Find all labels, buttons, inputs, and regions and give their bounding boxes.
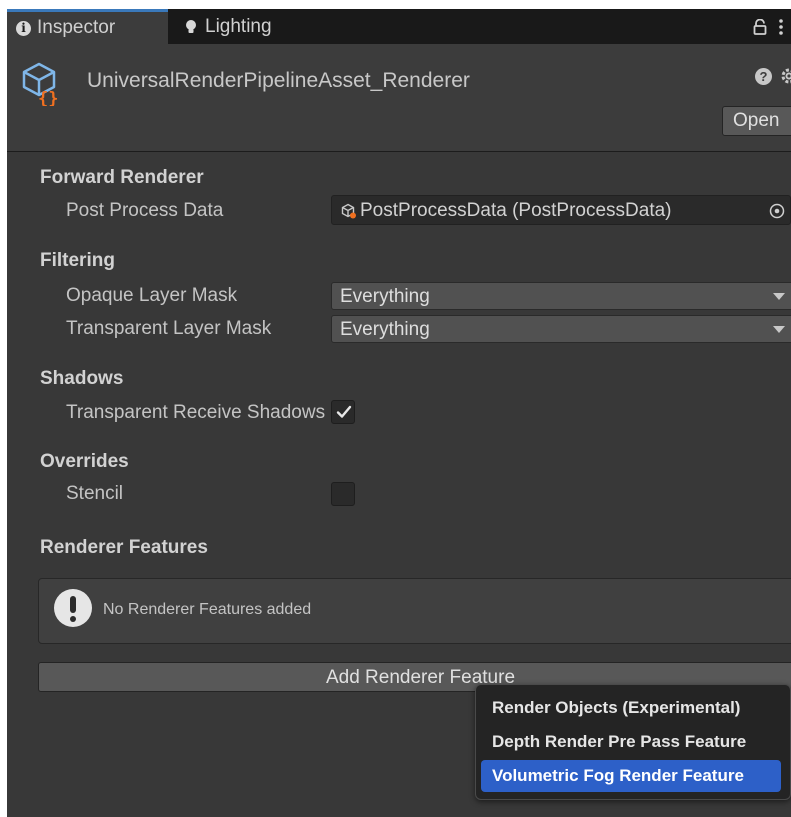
- dropdown-arrow-icon: [773, 326, 785, 333]
- renderer-asset-icon: {}: [22, 62, 58, 106]
- transparent-receive-shadows-checkbox[interactable]: [331, 400, 355, 424]
- menu-item-depth-render-pre-pass[interactable]: Depth Render Pre Pass Feature: [481, 726, 781, 758]
- kebab-menu-icon[interactable]: [779, 18, 783, 36]
- post-process-asset-icon: [341, 203, 356, 219]
- post-process-data-label: Post Process Data: [66, 200, 224, 221]
- section-filtering: Filtering: [40, 250, 115, 271]
- post-process-data-value: PostProcessData (PostProcessData): [360, 200, 672, 221]
- lightbulb-icon: [186, 19, 196, 33]
- dropdown-arrow-icon: [773, 293, 785, 300]
- asset-title: UniversalRenderPipelineAsset_Renderer: [87, 69, 470, 92]
- inspector-header: {} UniversalRenderPipelineAsset_Renderer…: [7, 44, 791, 152]
- tab-bar: i Inspector Lighting: [7, 9, 791, 44]
- menu-item-render-objects[interactable]: Render Objects (Experimental): [481, 692, 781, 724]
- section-overrides: Overrides: [40, 451, 129, 472]
- inspector-panel: i Inspector Lighting {} UniversalRenderP…: [7, 9, 791, 817]
- svg-text:{}: {}: [38, 89, 58, 106]
- section-shadows: Shadows: [40, 368, 124, 389]
- section-renderer-features: Renderer Features: [40, 537, 208, 558]
- open-button[interactable]: Open: [722, 106, 791, 136]
- transparent-layer-mask-dropdown[interactable]: Everything: [331, 315, 791, 343]
- no-features-helpbox: No Renderer Features added: [38, 578, 791, 644]
- opaque-layer-mask-label: Opaque Layer Mask: [66, 285, 238, 306]
- transparent-layer-mask-label: Transparent Layer Mask: [66, 318, 272, 339]
- transparent-layer-mask-value: Everything: [340, 319, 430, 340]
- tab-lighting[interactable]: Lighting: [185, 9, 272, 44]
- transparent-receive-shadows-label: Transparent Receive Shadows: [66, 402, 326, 423]
- renderer-feature-menu: Render Objects (Experimental) Depth Rend…: [475, 684, 791, 800]
- lock-icon[interactable]: [753, 18, 767, 35]
- tab-bar-controls: [753, 9, 791, 44]
- opaque-layer-mask-value: Everything: [340, 286, 430, 307]
- no-features-message: No Renderer Features added: [103, 601, 312, 618]
- stencil-label: Stencil: [66, 483, 124, 504]
- tab-inspector[interactable]: i Inspector: [7, 9, 168, 44]
- opaque-layer-mask-dropdown[interactable]: Everything: [331, 282, 791, 310]
- info-icon: i: [16, 20, 31, 36]
- tab-inspector-label: Inspector: [37, 17, 116, 38]
- stencil-checkbox[interactable]: [331, 482, 355, 506]
- post-process-data-field[interactable]: PostProcessData (PostProcessData): [331, 195, 791, 225]
- menu-item-volumetric-fog[interactable]: Volumetric Fog Render Feature: [481, 760, 781, 792]
- checkmark-icon: [336, 405, 352, 418]
- tab-lighting-label: Lighting: [205, 15, 272, 37]
- help-icon[interactable]: ?: [755, 68, 772, 85]
- gear-icon[interactable]: [780, 67, 791, 85]
- exclamation-icon: [54, 589, 92, 627]
- section-forward-renderer: Forward Renderer: [40, 167, 204, 188]
- object-picker-icon[interactable]: [769, 203, 785, 219]
